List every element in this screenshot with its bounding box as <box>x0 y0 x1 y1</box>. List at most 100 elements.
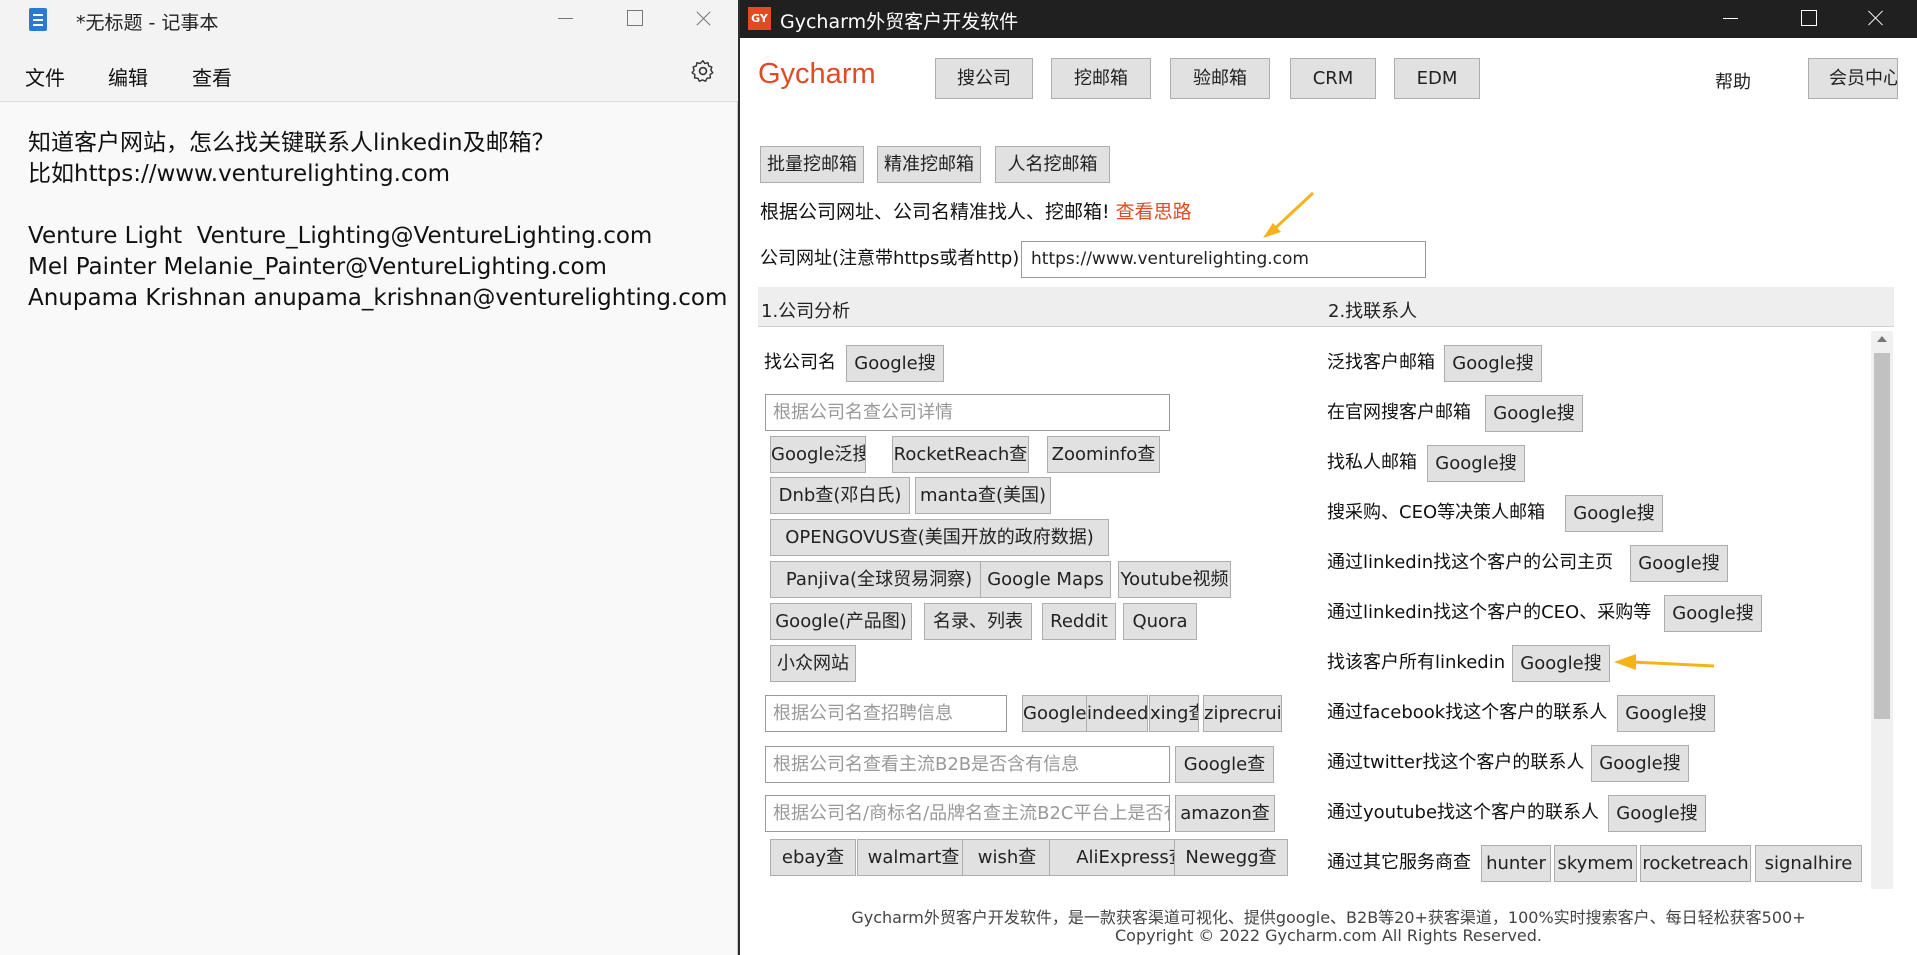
rocketreach-button[interactable]: RocketReach查 <box>892 436 1029 473</box>
gycharm-titlebar: GY Gycharm外贸客户开发软件 <box>740 0 1917 38</box>
contact-label: 在官网搜客户邮箱 <box>1327 402 1471 423</box>
gycharm-title: Gycharm外贸客户开发软件 <box>780 11 1019 33</box>
contact-google-button[interactable]: Google搜 <box>1617 695 1715 732</box>
scroll-up-icon[interactable] <box>1877 336 1887 342</box>
notepad-text-area[interactable]: 知道客户网站，怎么找关键联系人linkedin及邮箱？ 比如https://ww… <box>28 128 727 314</box>
b2b-input[interactable]: 根据公司名查看主流B2B是否含有信息 <box>765 746 1170 783</box>
company-url-input[interactable]: https://www.venturelighting.com <box>1021 241 1426 278</box>
contact-google-button[interactable]: Google搜 <box>1630 545 1728 582</box>
youtube-button[interactable]: Youtube视频 <box>1118 561 1231 598</box>
google-maps-button[interactable]: Google Maps <box>980 561 1111 598</box>
arrow-annotation-icon <box>1263 191 1315 238</box>
close-icon[interactable] <box>680 0 726 38</box>
contact-label: 通过linkedin找这个客户的CEO、采购等 <box>1327 602 1652 623</box>
contact-label: 通过facebook找这个客户的联系人 <box>1327 702 1608 723</box>
niche-sites-button[interactable]: 小众网站 <box>770 645 856 682</box>
nav-edm[interactable]: EDM <box>1394 58 1480 99</box>
section-header: 1.公司分析 2.找联系人 <box>758 287 1894 327</box>
contact-label: 通过twitter找这个客户的联系人 <box>1327 752 1585 773</box>
quora-button[interactable]: Quora <box>1123 603 1197 640</box>
close-icon[interactable] <box>1850 0 1900 36</box>
tab-name-dig[interactable]: 人名挖邮箱 <box>995 146 1110 183</box>
gycharm-window: GY Gycharm外贸客户开发软件 Gycharm 搜公司 挖邮箱 验邮箱 C… <box>740 0 1917 955</box>
contact-label: 泛找客户邮箱 <box>1327 352 1435 373</box>
maximize-icon[interactable] <box>610 0 656 38</box>
jobs-indeed-button[interactable]: indeed查 <box>1086 695 1148 732</box>
manta-button[interactable]: manta查(美国) <box>915 477 1051 514</box>
minimize-icon[interactable] <box>1705 0 1755 36</box>
nav-member[interactable]: 会员中心 <box>1808 58 1898 99</box>
b2b-google-button[interactable]: Google查 <box>1175 746 1274 783</box>
nav-verify-email[interactable]: 验邮箱 <box>1170 58 1270 99</box>
description: 根据公司网址、公司名精准找人、挖邮箱! 查看思路 <box>760 197 1192 224</box>
text-line <box>28 190 727 221</box>
contact-label: 通过youtube找这个客户的联系人 <box>1327 802 1600 823</box>
contact-label: 找私人邮箱 <box>1327 452 1417 473</box>
tab-batch-dig[interactable]: 批量挖邮箱 <box>760 146 864 183</box>
find-company-google-button[interactable]: Google搜 <box>846 345 944 382</box>
panjiva-button[interactable]: Panjiva(全球贸易洞察) <box>770 561 988 598</box>
rocketreach-provider-button[interactable]: rocketreach <box>1640 845 1751 882</box>
contact-google-button[interactable]: Google搜 <box>1444 345 1542 382</box>
menu-file[interactable]: 文件 <box>25 62 65 91</box>
menu-edit[interactable]: 编辑 <box>108 62 148 91</box>
contact-label: 找该客户所有linkedin <box>1327 652 1506 673</box>
section-company-analysis: 1.公司分析 <box>761 301 851 322</box>
hunter-button[interactable]: hunter <box>1481 845 1551 882</box>
jobs-input[interactable]: 根据公司名查招聘信息 <box>765 695 1007 732</box>
section-find-contacts: 2.找联系人 <box>1328 301 1418 322</box>
amazon-button[interactable]: amazon查 <box>1175 795 1275 832</box>
contact-google-button[interactable]: Google搜 <box>1591 745 1689 782</box>
contact-label: 搜采购、CEO等决策人邮箱 <box>1327 502 1546 523</box>
notepad-window: *无标题 - 记事本 文件 编辑 查看 知道客户网站，怎么找关键联系人linke… <box>0 0 738 955</box>
description-text: 根据公司网址、公司名精准找人、挖邮箱! <box>760 201 1110 223</box>
b2c-input[interactable]: 根据公司名/商标名/品牌名查主流B2C平台上是否有售 <box>765 795 1170 832</box>
reddit-button[interactable]: Reddit <box>1042 603 1116 640</box>
contact-label: 通过linkedin找这个客户的公司主页 <box>1327 552 1614 573</box>
wish-button[interactable]: wish查 <box>962 839 1052 876</box>
scroll-thumb[interactable] <box>1874 353 1890 719</box>
directory-button[interactable]: 名录、列表 <box>924 603 1032 640</box>
text-line: Anupama Krishnan anupama_krishnan@ventur… <box>28 285 728 311</box>
gycharm-app-icon: GY <box>748 7 771 30</box>
minimize-icon[interactable] <box>540 0 586 38</box>
contact-google-button[interactable]: Google搜 <box>1565 495 1663 532</box>
contact-google-button[interactable]: Google搜 <box>1664 595 1762 632</box>
jobs-ziprecruiter-button[interactable]: ziprecruiter查 <box>1203 695 1282 732</box>
nav-help[interactable]: 帮助 <box>1715 68 1751 94</box>
gear-icon[interactable] <box>690 58 716 84</box>
text-line: Mel Painter Melanie_Painter@VentureLight… <box>28 254 607 280</box>
tab-precise-dig[interactable]: 精准挖邮箱 <box>877 146 981 183</box>
text-line: Venture Light Venture_Lighting@VentureLi… <box>28 223 653 249</box>
find-company-label: 找公司名 <box>764 352 836 373</box>
ebay-button[interactable]: ebay查 <box>770 839 856 876</box>
company-detail-input[interactable]: 根据公司名查公司详情 <box>765 394 1170 431</box>
signalhire-button[interactable]: signalhire <box>1755 845 1862 882</box>
zoominfo-button[interactable]: Zoominfo查 <box>1047 436 1160 473</box>
nav-dig-email[interactable]: 挖邮箱 <box>1051 58 1151 99</box>
nav-search-company[interactable]: 搜公司 <box>935 58 1033 99</box>
opengovus-button[interactable]: OPENGOVUS查(美国开放的政府数据) <box>770 519 1109 556</box>
scrollbar[interactable] <box>1871 331 1893 889</box>
jobs-xing-button[interactable]: xing查 <box>1149 695 1199 732</box>
walmart-button[interactable]: walmart查 <box>857 839 970 876</box>
dnb-button[interactable]: Dnb查(邓白氏) <box>770 477 910 514</box>
maximize-icon[interactable] <box>1783 0 1833 36</box>
text-line: 比如https://www.venturelighting.com <box>28 161 451 187</box>
gycharm-logo[interactable]: Gycharm <box>758 58 876 91</box>
nav-crm[interactable]: CRM <box>1290 58 1376 99</box>
text-line: 知道客户网站，怎么找关键联系人linkedin及邮箱？ <box>28 130 555 156</box>
other-providers-label: 通过其它服务商查 <box>1327 852 1471 873</box>
url-label: 公司网址(注意带https或者http) <box>760 248 1020 269</box>
contact-google-button[interactable]: Google搜 <box>1427 445 1525 482</box>
contact-google-button[interactable]: Google搜 <box>1608 795 1706 832</box>
notepad-menubar: 文件 编辑 查看 <box>0 40 738 102</box>
newegg-button[interactable]: Newegg查 <box>1174 839 1288 876</box>
linkedin-google-button[interactable]: Google搜 <box>1512 645 1610 682</box>
google-broad-button[interactable]: Google泛搜 <box>770 436 866 473</box>
skymem-button[interactable]: skymem <box>1554 845 1637 882</box>
menu-view[interactable]: 查看 <box>192 62 232 91</box>
view-idea-link[interactable]: 查看思路 <box>1116 201 1192 223</box>
contact-google-button[interactable]: Google搜 <box>1485 395 1583 432</box>
google-product-button[interactable]: Google(产品图) <box>770 603 912 640</box>
